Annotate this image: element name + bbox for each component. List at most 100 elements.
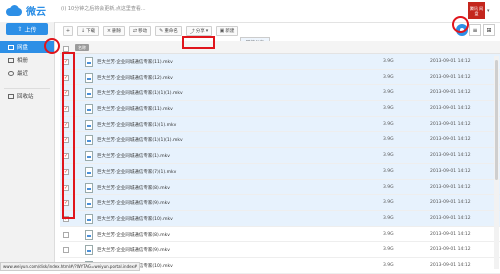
file-size: 3.9G: [383, 247, 394, 253]
video-file-icon: [85, 135, 93, 146]
user-avatar[interactable]: 腾讯 网盘: [468, 2, 485, 19]
table-row[interactable]: ✓ 巨大兰芳·企业同城通信专家(11).mkv 3.9G 2013-09-01 14:…: [60, 101, 500, 117]
upload-arrow-icon: ⇧: [17, 25, 23, 33]
download-icon: ↓: [80, 28, 86, 34]
user-menu-arrow-icon[interactable]: ▾: [487, 8, 490, 14]
file-name[interactable]: 巨大兰芳·企业同城通信专家(1)(1)(1).mkv: [97, 90, 183, 96]
share-label: 分享: [195, 29, 205, 34]
file-name[interactable]: 巨大兰芳·企业同城通信专家(8).mkv: [97, 185, 170, 191]
chevron-down-icon: ▾: [205, 28, 209, 34]
move-button[interactable]: ⇄ 移动: [129, 26, 151, 36]
weiyun-logo[interactable]: 微云: [6, 3, 46, 18]
table-row[interactable]: ✓ 巨大兰芳·企业同城通信专家(8).mkv 3.9G 2013-09-01 14:1…: [60, 179, 500, 196]
download-button[interactable]: ↓ 下载: [77, 26, 99, 36]
annotation-highlight-checkboxes: [62, 52, 75, 219]
file-name[interactable]: 巨大兰芳·企业同城通信专家(9).mkv: [97, 247, 170, 253]
file-date: 2013-09-01 14:12: [430, 121, 471, 127]
rename-button[interactable]: ✎ 重命名: [155, 26, 182, 36]
file-size: 3.9G: [383, 262, 394, 268]
file-size: 3.9G: [383, 231, 394, 237]
table-row[interactable]: ✓ 巨大兰芳·企业同城通信专家(1)(1)(1).mkv 3.9G 2013-09-0…: [60, 132, 500, 149]
upload-button[interactable]: ⇧ 上传: [6, 23, 48, 35]
file-name[interactable]: 巨大兰芳·企业同城通信专家(1)(1).mkv: [97, 122, 176, 128]
status-bar: www.weiyun.com/disk/index.html#/?WYTAG=w…: [0, 262, 141, 271]
file-name[interactable]: 巨大兰芳·企业同城通信专家(1).mkv: [97, 153, 170, 159]
rename-icon: ✎: [159, 28, 164, 34]
file-date: 2013-09-01 14:12: [430, 262, 471, 268]
file-size: 3.9G: [383, 106, 394, 112]
file-date: 2013-09-01 14:12: [430, 59, 471, 64]
file-name[interactable]: 巨大兰芳·企业同城通信专家(12).mkv: [97, 75, 173, 81]
table-row[interactable]: ✓ 巨大兰芳·企业同城通信专家(10).mkv 3.9G 2013-09-01 14:…: [60, 210, 500, 227]
file-name[interactable]: 巨大兰芳·企业同城通信专家(7)(1).mkv: [97, 169, 176, 175]
top-bar: 微云 (i) 10分钟之后将会更新,点这里查看... 腾讯 网盘 ▾: [0, 0, 500, 23]
scrollbar[interactable]: [494, 56, 499, 269]
trash-icon: [8, 93, 14, 99]
file-size: 3.9G: [383, 137, 394, 143]
file-name[interactable]: 巨大兰芳·企业同城通信专家(10).mkv: [97, 216, 173, 222]
sidebar-item-recent[interactable]: 最近: [0, 67, 54, 79]
file-date: 2013-09-01 14:12: [430, 137, 471, 143]
table-row[interactable]: ✓ 巨大兰芳·企业同城通信专家(9).mkv 3.9G 2013-09-01 14:1…: [60, 195, 500, 211]
file-name[interactable]: 巨大兰芳·企业同城通信专家(8).mkv: [97, 232, 170, 238]
video-file-icon: [85, 198, 93, 209]
sidebar-item-photos[interactable]: 相册: [0, 54, 54, 66]
row-checkbox[interactable]: [63, 231, 69, 238]
logo-text: 微云: [26, 7, 46, 18]
scrollbar-thumb[interactable]: [495, 60, 498, 180]
sort-by-name-tag[interactable]: 名称: [75, 44, 89, 51]
file-name[interactable]: 巨大兰芳·企业同城通信专家(11).mkv: [97, 106, 173, 112]
table-row[interactable]: 巨大兰芳·企业同城通信专家(9).mkv 3.9G 2013-09-01 14:12: [60, 242, 500, 258]
sidebar-item-label: 最近: [17, 71, 29, 77]
file-name[interactable]: 巨大兰芳·企业同城通信专家(9).mkv: [97, 200, 170, 206]
file-name[interactable]: 巨大兰芳·企业同城通信专家(1)(1)(1).mkv: [97, 137, 183, 143]
annotation-circle-view: [452, 16, 469, 33]
new-folder-label: 新建: [225, 29, 235, 34]
table-row[interactable]: ✓ 巨大兰芳·企业同城通信专家(11).mkv 3.9G 2013-09-01 14:…: [60, 54, 500, 70]
annotation-circle-drive: [44, 38, 60, 54]
update-notice[interactable]: (i) 10分钟之后将会更新,点这里查看...: [61, 5, 146, 12]
table-row[interactable]: 巨大兰芳·企业同城通信专家(8).mkv 3.9G 2013-09-01 14:12: [60, 227, 500, 243]
file-size: 3.9G: [383, 74, 394, 80]
cloud-icon: [6, 5, 24, 16]
file-size: 3.9G: [383, 184, 394, 190]
sidebar-item-label: 回收站: [17, 94, 34, 100]
download-label: 下载: [86, 29, 96, 34]
table-row[interactable]: ✓ 巨大兰芳·企业同城通信专家(1)(1).mkv 3.9G 2013-09-01 1…: [60, 116, 500, 133]
drive-icon: [8, 44, 14, 50]
grid-layout-button[interactable]: ⊞: [483, 24, 495, 36]
table-row[interactable]: ✓ 巨大兰芳·企业同城通信专家(12).mkv 3.9G 2013-09-01 14:…: [60, 69, 500, 86]
clock-icon: [8, 70, 14, 76]
video-file-icon: [85, 104, 93, 115]
video-file-icon: [85, 166, 93, 177]
move-icon: ⇄: [132, 28, 138, 34]
file-date: 2013-09-01 14:12: [430, 74, 471, 80]
table-row[interactable]: ✓ 巨大兰芳·企业同城通信专家(1)(1)(1).mkv 3.9G 2013-09-0…: [60, 85, 500, 102]
file-date: 2013-09-01 14:12: [430, 247, 471, 253]
new-file-button[interactable]: +: [63, 26, 73, 36]
share-button[interactable]: ⤴ 分享 ▾: [186, 26, 212, 36]
new-folder-button[interactable]: ▣ 新建: [216, 26, 238, 36]
delete-icon: ×: [106, 28, 112, 34]
video-file-icon: [85, 151, 93, 162]
row-checkbox[interactable]: [63, 247, 69, 254]
table-row[interactable]: ✓ 巨大兰芳·企业同城通信专家(1).mkv 3.9G 2013-09-01 14:1…: [60, 148, 500, 164]
file-name[interactable]: 巨大兰芳·企业同城通信专家(11).mkv: [97, 59, 173, 65]
delete-button[interactable]: × 删除: [103, 26, 125, 36]
grid-icon: ⊞: [486, 26, 492, 34]
rename-label: 重命名: [164, 29, 178, 34]
file-date: 2013-09-01 14:12: [430, 168, 471, 174]
video-file-icon: [85, 119, 93, 130]
table-row[interactable]: ✓ 巨大兰芳·企业同城通信专家(7)(1).mkv 3.9G 2013-09-01 1…: [60, 163, 500, 180]
file-size: 3.9G: [383, 215, 394, 221]
sidebar-item-label: 网盘: [17, 45, 29, 51]
list-layout-button[interactable]: ≡: [469, 24, 481, 36]
sidebar-item-trash[interactable]: 回收站: [0, 90, 54, 102]
share-icon: ⤴: [189, 28, 195, 35]
video-file-icon: [85, 229, 93, 240]
folder-icon: ▣: [219, 28, 225, 34]
toolbar: + ↓ 下载 × 删除 ⇄ 移动 ✎ 重命名 ⤴ 分享 ▾ ▣ 新建 ≡ ⊞: [56, 22, 500, 39]
list-icon: ≡: [472, 26, 478, 34]
file-size: 3.9G: [383, 153, 394, 159]
file-date: 2013-09-01 14:12: [430, 231, 471, 237]
